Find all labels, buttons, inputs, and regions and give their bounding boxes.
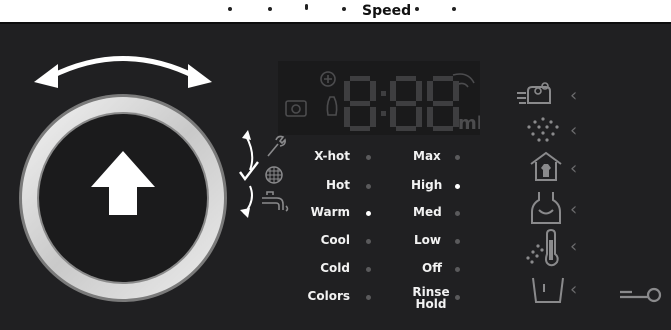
option-comma bbox=[305, 4, 308, 10]
rotate-arrow-icon bbox=[34, 56, 212, 88]
cycle-selector-knob[interactable] bbox=[18, 93, 228, 303]
speed-option-off[interactable]: Off bbox=[422, 261, 442, 275]
speed-indicator bbox=[455, 155, 460, 160]
temp-indicator bbox=[366, 155, 371, 160]
shirt-icon[interactable] bbox=[528, 150, 564, 184]
option-dot bbox=[452, 7, 456, 11]
spray-icon[interactable] bbox=[525, 115, 561, 145]
chevron-left-icon: ‹ bbox=[570, 236, 578, 257]
washer-control-panel: Speed ml X-hot Hot Warm Cool Cold Colors… bbox=[0, 0, 671, 330]
top-label-strip: Speed bbox=[0, 0, 671, 22]
temp-option-xhot[interactable]: X-hot bbox=[290, 149, 350, 163]
temp-indicator bbox=[366, 184, 371, 189]
faucet-icon bbox=[262, 191, 289, 212]
chevron-left-icon: ‹ bbox=[570, 85, 578, 106]
temp-indicator bbox=[366, 239, 371, 244]
option-dot bbox=[342, 7, 346, 11]
option-dot bbox=[415, 7, 419, 11]
grid-icon bbox=[265, 166, 283, 184]
temp-option-warm[interactable]: Warm bbox=[290, 205, 350, 219]
speed-indicator bbox=[455, 295, 460, 300]
speed-indicator-active bbox=[455, 184, 460, 189]
temp-option-hot[interactable]: Hot bbox=[290, 178, 350, 192]
speed-indicator bbox=[455, 211, 460, 216]
chevron-left-icon: ‹ bbox=[570, 199, 578, 220]
seven-seg-digits bbox=[344, 76, 459, 131]
tub-icon[interactable] bbox=[530, 276, 566, 306]
speed-label: Speed bbox=[362, 3, 412, 19]
temp-option-colors[interactable]: Colors bbox=[290, 289, 350, 303]
temp-option-cold[interactable]: Cold bbox=[290, 261, 350, 275]
speed-indicator bbox=[455, 267, 460, 272]
chevron-left-icon: ‹ bbox=[570, 158, 578, 179]
option-dot bbox=[228, 7, 232, 11]
load-detect-icon[interactable] bbox=[516, 81, 556, 109]
speed-option-med[interactable]: Med bbox=[413, 205, 442, 219]
temp-spray-icon[interactable] bbox=[524, 228, 564, 268]
speed-option-max[interactable]: Max bbox=[413, 149, 441, 163]
temp-indicator bbox=[366, 295, 371, 300]
chevron-left-icon: ‹ bbox=[570, 120, 578, 141]
temp-indicator-active bbox=[366, 211, 371, 216]
temp-indicator bbox=[366, 267, 371, 272]
option-dot bbox=[268, 7, 272, 11]
display-unit: ml bbox=[458, 113, 480, 134]
speed-option-high[interactable]: High bbox=[411, 178, 442, 192]
apron-icon[interactable] bbox=[529, 190, 563, 226]
chevron-left-icon: ‹ bbox=[570, 279, 578, 300]
wrench-icon bbox=[267, 135, 286, 157]
temp-option-cool[interactable]: Cool bbox=[290, 233, 350, 247]
speed-indicator bbox=[455, 239, 460, 244]
key-lock-icon[interactable] bbox=[618, 285, 664, 305]
lcd-display: ml bbox=[278, 61, 483, 135]
speed-option-rinse-hold[interactable]: Rinse Hold bbox=[411, 286, 451, 310]
speed-option-low[interactable]: Low bbox=[414, 233, 441, 247]
